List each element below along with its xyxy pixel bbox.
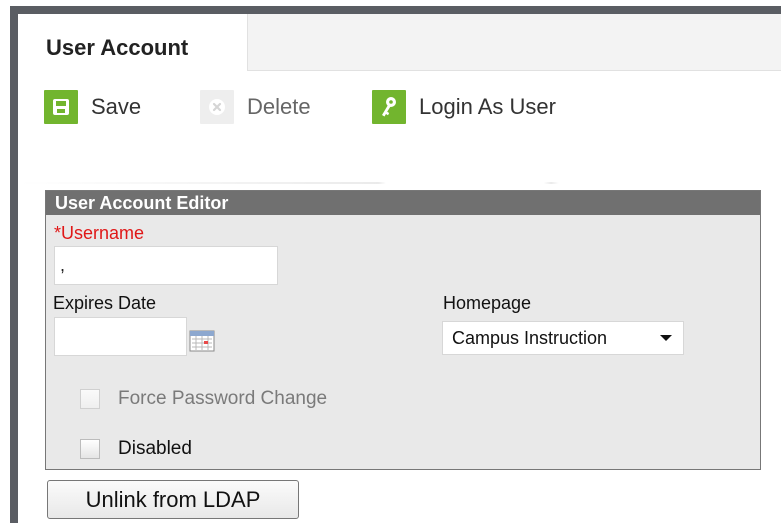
delete-button[interactable]: Delete [200,89,311,125]
username-label: *Username [54,223,145,243]
save-button[interactable]: Save [44,89,141,125]
unlink-from-ldap-button[interactable]: Unlink from LDAP [47,480,299,519]
homepage-select[interactable]: Campus Instruction [442,321,684,355]
save-label: Save [91,94,142,119]
force-password-change-checkbox[interactable] [80,389,100,409]
force-password-change-checkbox-row: Force Password Change [80,384,327,414]
user-account-window: User Account Save Delete Login As User U… [10,6,781,523]
username-input[interactable] [54,246,278,285]
disabled-checkbox[interactable] [80,439,100,459]
expires-date-label: Expires Date [53,293,157,313]
editor-title: User Account Editor [46,191,760,215]
chevron-down-icon [660,335,672,341]
tab-user-account[interactable]: User Account [18,14,248,71]
calendar-icon [189,330,215,352]
calendar-button[interactable] [188,327,218,355]
homepage-selected-value: Campus Instruction [452,327,608,348]
homepage-label: Homepage [443,293,532,313]
login-as-user-label: Login As User [419,94,556,119]
tab-bar: User Account [18,14,781,71]
login-as-user-button[interactable]: Login As User [372,89,556,125]
disabled-checkbox-row: Disabled [80,434,192,464]
delete-label: Delete [247,94,311,119]
user-account-editor: User Account Editor *Username Expires Da… [45,190,761,470]
action-toolbar: Save Delete Login As User [18,89,781,139]
save-icon [44,90,78,124]
disabled-label: Disabled [118,438,192,459]
key-icon [372,90,406,124]
expires-date-input[interactable] [54,317,187,356]
delete-icon [200,90,234,124]
toolbar-divider [18,182,769,184]
force-password-change-label: Force Password Change [118,388,328,409]
